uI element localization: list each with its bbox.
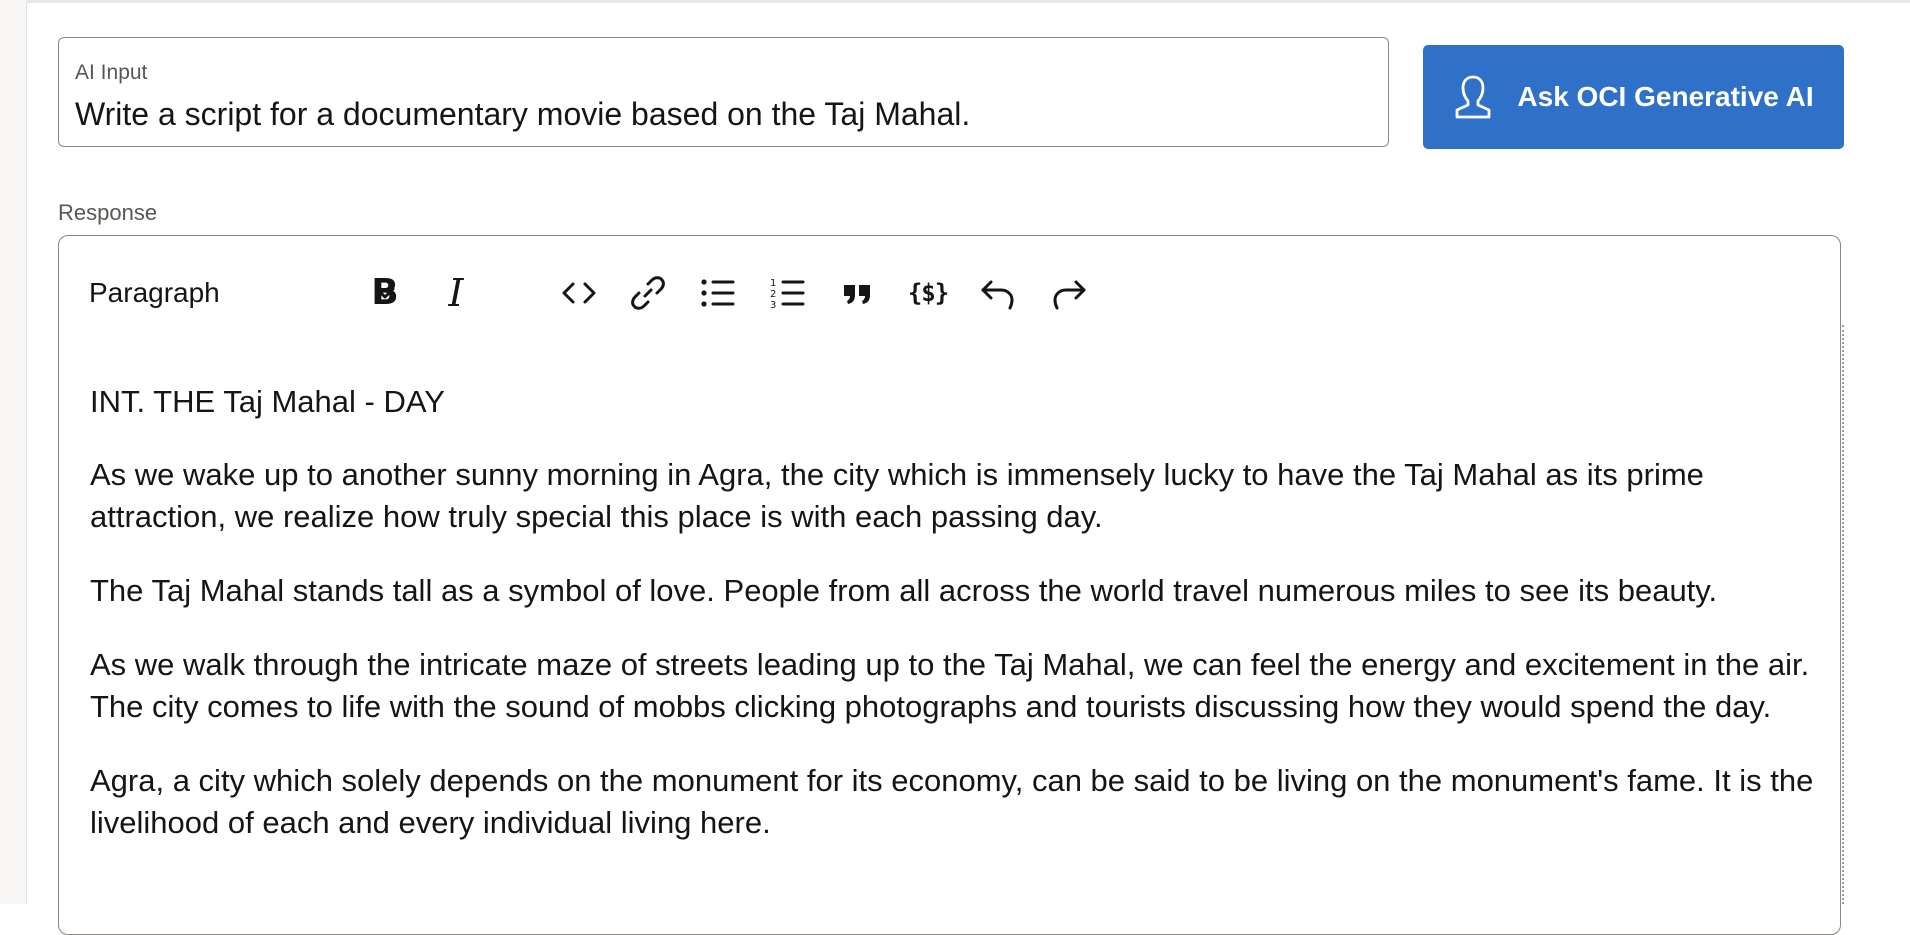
user-outline-icon (1453, 74, 1493, 120)
content-paragraph: As we wake up to another sunny morning i… (90, 457, 1704, 534)
content-paragraph: INT. THE Taj Mahal - DAY (90, 384, 445, 419)
svg-text:3: 3 (770, 300, 776, 311)
content-paragraph: The Taj Mahal stands tall as a symbol of… (90, 573, 1718, 608)
block-format-value: Paragraph (89, 277, 220, 308)
block-format-select[interactable]: Paragraph (89, 264, 399, 322)
numbered-list-button[interactable]: 1 2 3 (764, 269, 812, 317)
code-button[interactable] (555, 269, 603, 317)
ask-button-label: Ask OCI Generative AI (1517, 81, 1814, 112)
ask-oci-generative-ai-button[interactable]: Ask OCI Generative AI (1423, 45, 1844, 149)
link-icon (631, 276, 665, 310)
variable-button[interactable]: {$} (904, 269, 952, 317)
bulleted-list-button[interactable] (694, 269, 742, 317)
ai-input-value[interactable]: Write a script for a documentary movie b… (75, 96, 970, 133)
editor-scrollbar[interactable] (1842, 325, 1844, 904)
top-divider (26, 0, 1910, 3)
bold-icon: B (371, 272, 399, 313)
svg-text:2: 2 (770, 289, 776, 300)
svg-text:1: 1 (770, 278, 776, 289)
undo-button[interactable] (973, 269, 1021, 317)
redo-button[interactable] (1046, 269, 1094, 317)
editor-content[interactable]: INT. THE Taj Mahal - DAY As we wake up t… (90, 381, 1820, 876)
undo-icon (981, 280, 1014, 310)
italic-icon: I (448, 271, 464, 315)
blockquote-button[interactable] (834, 269, 882, 317)
ai-input-field[interactable]: AI Input Write a script for a documentar… (58, 37, 1389, 147)
numbered-list-icon: 1 2 3 (770, 278, 805, 311)
italic-button[interactable]: I (432, 269, 480, 317)
response-label: Response (58, 200, 158, 225)
response-rich-text-editor[interactable]: Paragraph B I 1 2 3 {$} INT. THE Taj Mah… (58, 235, 1841, 935)
variable-icon: {$} (907, 279, 949, 307)
bulleted-list-icon (701, 279, 735, 307)
editor-toolbar: Paragraph B I 1 2 3 {$} (59, 264, 1840, 322)
ai-input-label: AI Input (75, 61, 148, 84)
content-paragraph: Agra, a city which solely depends on the… (90, 763, 1814, 840)
redo-icon (1053, 280, 1086, 310)
link-button[interactable] (624, 269, 672, 317)
content-paragraph: As we walk through the intricate maze of… (90, 647, 1810, 724)
left-gutter (0, 0, 27, 904)
bold-button[interactable]: B (361, 269, 409, 317)
blockquote-icon (844, 285, 870, 304)
code-icon (562, 282, 596, 304)
